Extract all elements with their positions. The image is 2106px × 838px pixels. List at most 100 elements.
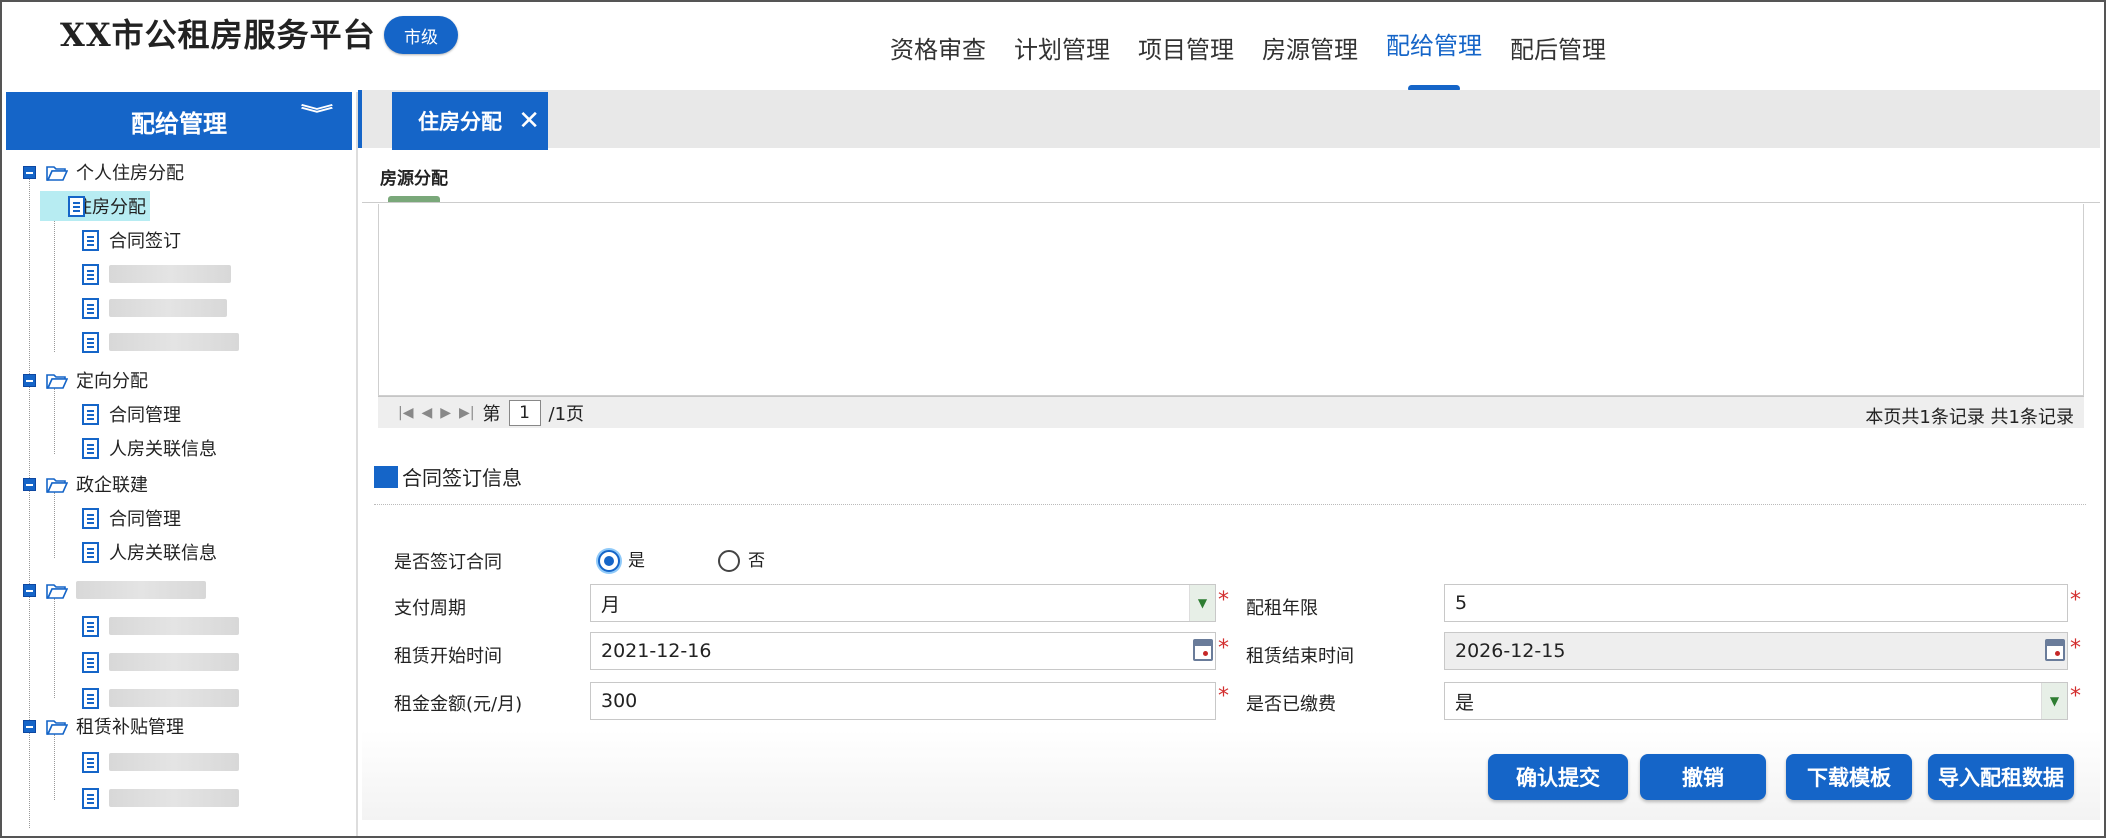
- required-mark: *: [1218, 636, 1229, 661]
- tree-item-redacted[interactable]: [82, 294, 227, 322]
- tree-item-redacted[interactable]: [82, 748, 239, 776]
- document-icon: [82, 541, 99, 563]
- tree-item-redacted[interactable]: [82, 328, 239, 356]
- prev-page-icon[interactable]: ◀: [421, 405, 432, 421]
- tree-item-label: 合同管理: [109, 509, 181, 530]
- lease-years-label: 配租年限: [1246, 598, 1318, 619]
- tree-item-redacted[interactable]: [82, 648, 239, 676]
- tree-group-directed-allocation[interactable]: 定向分配: [23, 366, 148, 394]
- section-title: 合同签订信息: [374, 462, 522, 491]
- level-badge[interactable]: 市级: [384, 16, 458, 54]
- confirm-submit-button[interactable]: 确认提交: [1488, 754, 1628, 800]
- top-nav: 资格审查 计划管理 项目管理 房源管理 配给管理 配后管理: [890, 30, 1634, 92]
- document-icon: [82, 297, 99, 319]
- tree-group-label: 租赁补贴管理: [76, 717, 184, 738]
- tree-item-person-house-link[interactable]: 人房关联信息: [82, 538, 217, 566]
- tree-item-label: 合同管理: [109, 405, 181, 426]
- lease-start-date-field[interactable]: 2021-12-16: [590, 632, 1216, 670]
- redacted-label: [109, 299, 227, 317]
- lease-end-value: 2026-12-15: [1455, 640, 1566, 662]
- radio-yes-label: 是: [628, 551, 645, 571]
- tree-item-contract-signing[interactable]: 合同签订: [82, 226, 181, 254]
- page-suffix: /1页: [548, 403, 585, 425]
- document-icon: [82, 507, 99, 529]
- collapse-minus-icon[interactable]: [23, 583, 36, 597]
- nav-housing-management[interactable]: 房源管理: [1262, 30, 1358, 80]
- tree-item-label: 人房关联信息: [109, 543, 217, 564]
- nav-project-management[interactable]: 项目管理: [1138, 30, 1234, 80]
- collapse-minus-icon[interactable]: [23, 165, 36, 179]
- section-divider: [374, 504, 2086, 505]
- tab-housing-allocation[interactable]: 住房分配 ✕: [392, 92, 548, 150]
- radio-sign-no[interactable]: [718, 550, 740, 572]
- tree-guide-line: [54, 388, 55, 454]
- folder-open-icon: [46, 165, 68, 181]
- page-prefix: 第: [482, 403, 501, 425]
- nav-qualification-review[interactable]: 资格审查: [890, 30, 986, 80]
- revoke-button[interactable]: 撤销: [1640, 754, 1766, 800]
- lease-years-input[interactable]: 5: [1444, 584, 2068, 622]
- nav-plan-management[interactable]: 计划管理: [1014, 30, 1110, 80]
- first-page-icon[interactable]: |◀: [398, 405, 413, 421]
- tree-item-redacted[interactable]: [82, 612, 239, 640]
- tree-item-housing-allocation[interactable]: 住房分配: [40, 191, 150, 221]
- collapse-chevron-icon[interactable]: ︾: [301, 106, 333, 124]
- redacted-label: [76, 581, 206, 599]
- import-data-button[interactable]: 导入配租数据: [1928, 754, 2074, 800]
- tree-group-personal-allocation[interactable]: 个人住房分配: [23, 158, 184, 186]
- dropdown-arrow-icon[interactable]: ▼: [1189, 585, 1215, 621]
- document-icon: [82, 651, 99, 673]
- folder-open-icon: [46, 373, 68, 389]
- lease-years-value: 5: [1455, 592, 1468, 614]
- rent-amount-input[interactable]: 300: [590, 682, 1216, 720]
- sidebar: 配给管理 ︾ 个人住房分配 住房分配 合同签订 定向分配 合同管理 人房关联信息…: [6, 92, 358, 836]
- tree-group-rental-subsidy[interactable]: 租赁补贴管理: [23, 712, 184, 740]
- calendar-icon[interactable]: [1193, 639, 1213, 661]
- redacted-label: [109, 617, 239, 635]
- folder-open-icon: [46, 719, 68, 735]
- tree-group-redacted[interactable]: [23, 576, 206, 604]
- paid-select[interactable]: 是 ▼: [1444, 682, 2068, 720]
- payment-cycle-label: 支付周期: [394, 598, 466, 619]
- dropdown-arrow-icon[interactable]: ▼: [2041, 683, 2067, 719]
- next-page-icon[interactable]: ▶: [440, 405, 451, 421]
- collapse-minus-icon[interactable]: [23, 477, 36, 491]
- tree-group-label: 个人住房分配: [76, 163, 184, 184]
- nav-allocation-management[interactable]: 配给管理: [1386, 26, 1482, 92]
- tree-item-contract-management[interactable]: 合同管理: [82, 400, 181, 428]
- tree-item-label: 人房关联信息: [109, 439, 217, 460]
- download-template-button[interactable]: 下载模板: [1786, 754, 1912, 800]
- data-grid: [378, 204, 2084, 396]
- last-page-icon[interactable]: ▶|: [459, 405, 474, 421]
- calendar-icon[interactable]: [2045, 639, 2065, 661]
- tree-item-selected: 住房分配: [40, 191, 150, 221]
- subtab-housing-source-allocation[interactable]: 房源分配: [380, 164, 448, 189]
- collapse-minus-icon[interactable]: [23, 719, 36, 733]
- tree-item-redacted[interactable]: [82, 684, 239, 712]
- radio-sign-yes[interactable]: [598, 550, 620, 572]
- nav-post-allocation-management[interactable]: 配后管理: [1510, 30, 1606, 80]
- lease-end-label: 租赁结束时间: [1246, 646, 1354, 667]
- pagination-bar: |◀ ◀ ▶ ▶| 第 1 /1页 本页共1条记录 共1条记录: [378, 396, 2084, 428]
- tree-item-redacted[interactable]: [82, 260, 231, 288]
- collapse-minus-icon[interactable]: [23, 373, 36, 387]
- lease-start-value: 2021-12-16: [601, 640, 712, 662]
- document-icon: [68, 195, 85, 217]
- tree-group-label: 定向分配: [76, 371, 148, 392]
- lease-end-date-field[interactable]: 2026-12-15: [1444, 632, 2068, 670]
- close-icon[interactable]: ✕: [518, 106, 540, 136]
- payment-cycle-value: 月: [601, 593, 621, 616]
- rent-amount-label: 租金金额(元/月): [394, 694, 523, 715]
- payment-cycle-select[interactable]: 月 ▼: [590, 584, 1216, 622]
- record-summary: 本页共1条记录 共1条记录: [1865, 407, 2074, 428]
- document-icon: [82, 331, 99, 353]
- tree-item-person-house-link[interactable]: 人房关联信息: [82, 434, 217, 462]
- tree-item-redacted[interactable]: [82, 784, 239, 812]
- tree-item-contract-management[interactable]: 合同管理: [82, 504, 181, 532]
- page-number-input[interactable]: 1: [508, 399, 541, 426]
- tree-group-govt-enterprise[interactable]: 政企联建: [23, 470, 148, 498]
- document-icon: [82, 787, 99, 809]
- required-mark: *: [1218, 588, 1229, 613]
- redacted-label: [109, 653, 239, 671]
- sidebar-title: 配给管理: [131, 109, 227, 138]
